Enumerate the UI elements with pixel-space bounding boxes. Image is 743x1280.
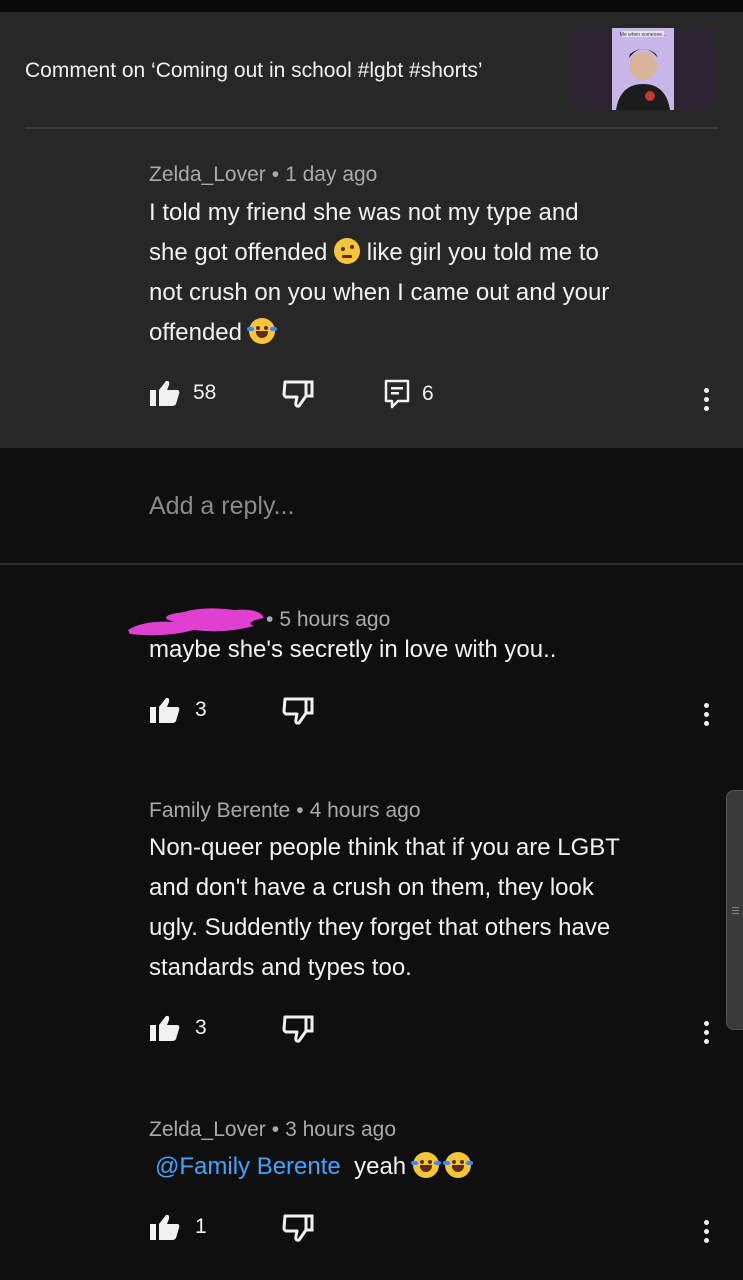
meta-separator: • xyxy=(266,608,274,631)
scrollbar-grip xyxy=(732,905,739,916)
top-strip xyxy=(0,0,743,12)
more-icon[interactable] xyxy=(696,699,716,733)
more-icon[interactable] xyxy=(696,1017,716,1051)
emoji-raised-eyebrow xyxy=(334,238,361,264)
mention-link[interactable]: @Family Berente xyxy=(155,1153,341,1180)
emoji-rofl xyxy=(442,1152,473,1178)
meta-separator: • xyxy=(271,163,280,186)
parent-comment-panel: Comment on ‘Coming out in school #lgbt #… xyxy=(0,12,743,448)
reply-3-meta: Zelda_Lover • 3 hours ago xyxy=(149,1118,396,1142)
reply-divider xyxy=(0,563,743,565)
thumbnail-image: Me when someone... xyxy=(570,28,716,110)
dislike-icon xyxy=(282,1214,314,1242)
page-title: Comment on ‘Coming out in school #lgbt #… xyxy=(25,59,483,82)
like-icon xyxy=(150,1015,180,1041)
reply-icon xyxy=(384,379,410,409)
reply-3-author[interactable]: Zelda_Lover xyxy=(149,1118,266,1141)
dislike-icon xyxy=(282,1015,314,1043)
emoji-rofl xyxy=(410,1152,441,1178)
comment-time: 1 day ago xyxy=(285,163,378,186)
reply-2-line-4: standards and types too. xyxy=(149,954,412,981)
replies-button[interactable]: 6 xyxy=(384,379,434,409)
reply-1-time: 5 hours ago xyxy=(279,608,391,631)
more-icon[interactable] xyxy=(696,384,716,418)
header-divider xyxy=(25,127,718,129)
replies-count: 6 xyxy=(422,382,434,405)
reply-3-time: 3 hours ago xyxy=(285,1118,397,1141)
comment-line-4: not crush on you when I came out and you… xyxy=(149,279,610,306)
reply-2-line-2: and don't have a crush on them, they loo… xyxy=(149,874,594,901)
like-button[interactable]: 3 xyxy=(149,1014,207,1042)
comment-line-5: offended xyxy=(149,319,242,346)
reply-2-time: 4 hours ago xyxy=(309,799,421,822)
comment-line-2: she got offended xyxy=(149,239,328,266)
reply-2-meta: Family Berente • 4 hours ago xyxy=(149,799,421,823)
comment-text: I told my friend she was not my type and… xyxy=(149,193,689,353)
thumbnail-caption: Me when someone... xyxy=(620,32,666,38)
video-thumbnail[interactable]: Me when someone... xyxy=(570,28,716,110)
reply-1-text: maybe she's secretly in love with you.. xyxy=(149,630,689,670)
reply-3-body: yeah xyxy=(354,1153,407,1180)
meta-separator: • xyxy=(296,799,304,822)
dislike-icon xyxy=(282,380,314,408)
comment-meta: Zelda_Lover • 1 day ago xyxy=(149,163,377,187)
like-count: 58 xyxy=(193,381,217,404)
like-icon xyxy=(150,697,180,723)
reply-3-text: @Family Berente yeah xyxy=(155,1147,695,1187)
meta-separator: • xyxy=(271,1118,280,1141)
dislike-icon xyxy=(282,697,314,725)
reply-1-body: maybe she's secretly in love with you.. xyxy=(149,636,557,663)
like-button[interactable]: 1 xyxy=(149,1213,207,1241)
like-button[interactable]: 3 xyxy=(149,696,207,724)
reply-2-author[interactable]: Family Berente xyxy=(149,799,290,822)
like-button[interactable]: 58 xyxy=(149,379,216,407)
comment-author[interactable]: Zelda_Lover xyxy=(149,163,266,186)
like-count: 1 xyxy=(195,1215,207,1238)
like-count: 3 xyxy=(195,1016,207,1039)
reply-2-line-1: Non-queer people think that if you are L… xyxy=(149,834,620,861)
reply-input[interactable]: Add a reply... xyxy=(149,492,294,521)
dislike-button[interactable] xyxy=(282,1014,314,1044)
comment-line-3: like girl you told me to xyxy=(366,239,599,266)
emoji-rofl xyxy=(246,318,277,344)
like-icon xyxy=(150,380,180,406)
comment-line-1: I told my friend she was not my type and xyxy=(149,199,579,226)
like-count: 3 xyxy=(195,698,207,721)
scrollbar-thumb[interactable] xyxy=(726,790,743,1030)
reply-2-text: Non-queer people think that if you are L… xyxy=(149,828,709,988)
dislike-button[interactable] xyxy=(282,379,314,409)
dislike-button[interactable] xyxy=(282,1213,314,1243)
more-icon[interactable] xyxy=(696,1216,716,1250)
reply-2-line-3: ugly. Suddently they forget that others … xyxy=(149,914,611,941)
like-icon xyxy=(150,1214,180,1240)
dislike-button[interactable] xyxy=(282,696,314,726)
